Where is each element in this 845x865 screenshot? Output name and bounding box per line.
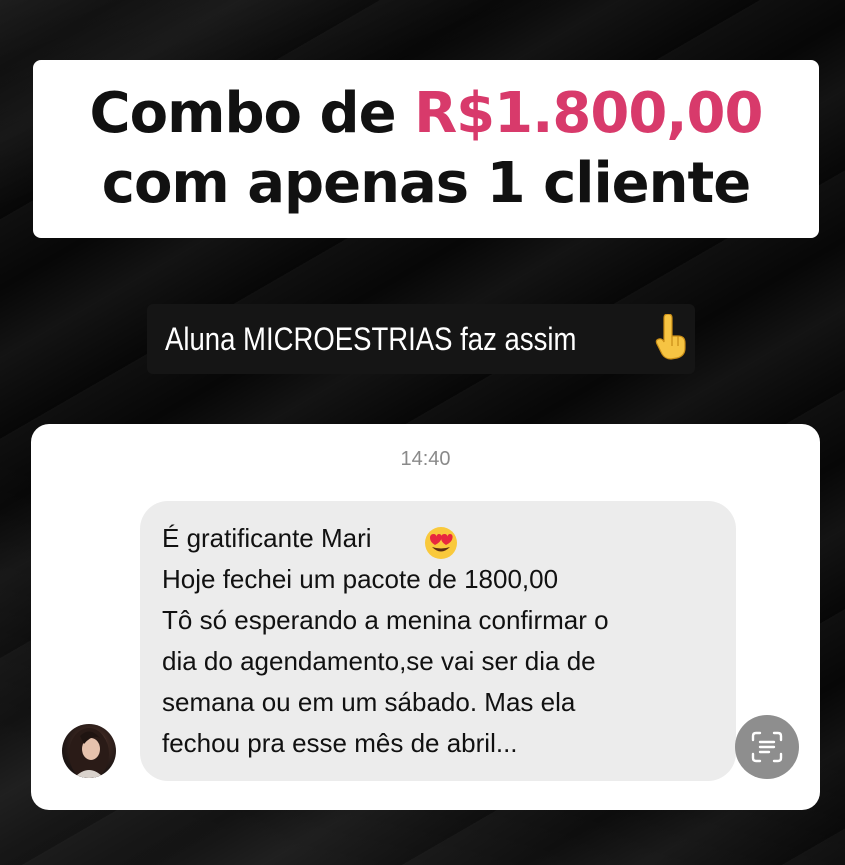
message-line: Tô só esperando a menina confirmar o [162, 605, 609, 635]
chat-screenshot-card: 14:40 É gratificante Mari Hoje fechei um… [31, 424, 820, 810]
message-line: dia do agendamento,se vai ser dia de [162, 646, 596, 676]
headline-line-2: com apenas 1 cliente [101, 151, 751, 216]
text-scan-icon [751, 731, 783, 763]
avatar-portrait-icon [69, 728, 109, 778]
sender-avatar[interactable] [62, 724, 116, 778]
message-bubble[interactable]: É gratificante Mari Hoje fechei um pacot… [140, 501, 736, 781]
heart-eyes-emoji-icon [425, 527, 457, 559]
message-timestamp: 14:40 [400, 448, 451, 470]
subtitle-banner: Aluna MICROESTRIAS faz assim [147, 304, 695, 374]
headline-prefix: Combo de [89, 81, 415, 146]
message-line: É gratificante Mari [162, 523, 372, 553]
subtitle-text: Aluna MICROESTRIAS faz assim [165, 320, 577, 357]
text-scan-button[interactable] [735, 715, 799, 779]
message-line: Hoje fechei um pacote de 1800,00 [162, 564, 559, 594]
pointing-down-hand-icon [655, 314, 686, 360]
message-line: fechou pra esse mês de abril... [162, 728, 518, 758]
headline-card: Combo de R$1.800,00 com apenas 1 cliente [33, 60, 819, 238]
message-line: semana ou em um sábado. Mas ela [162, 687, 576, 717]
headline-amount: R$1.800,00 [414, 81, 763, 146]
headline-line-1: Combo de R$1.800,00 [89, 79, 764, 149]
